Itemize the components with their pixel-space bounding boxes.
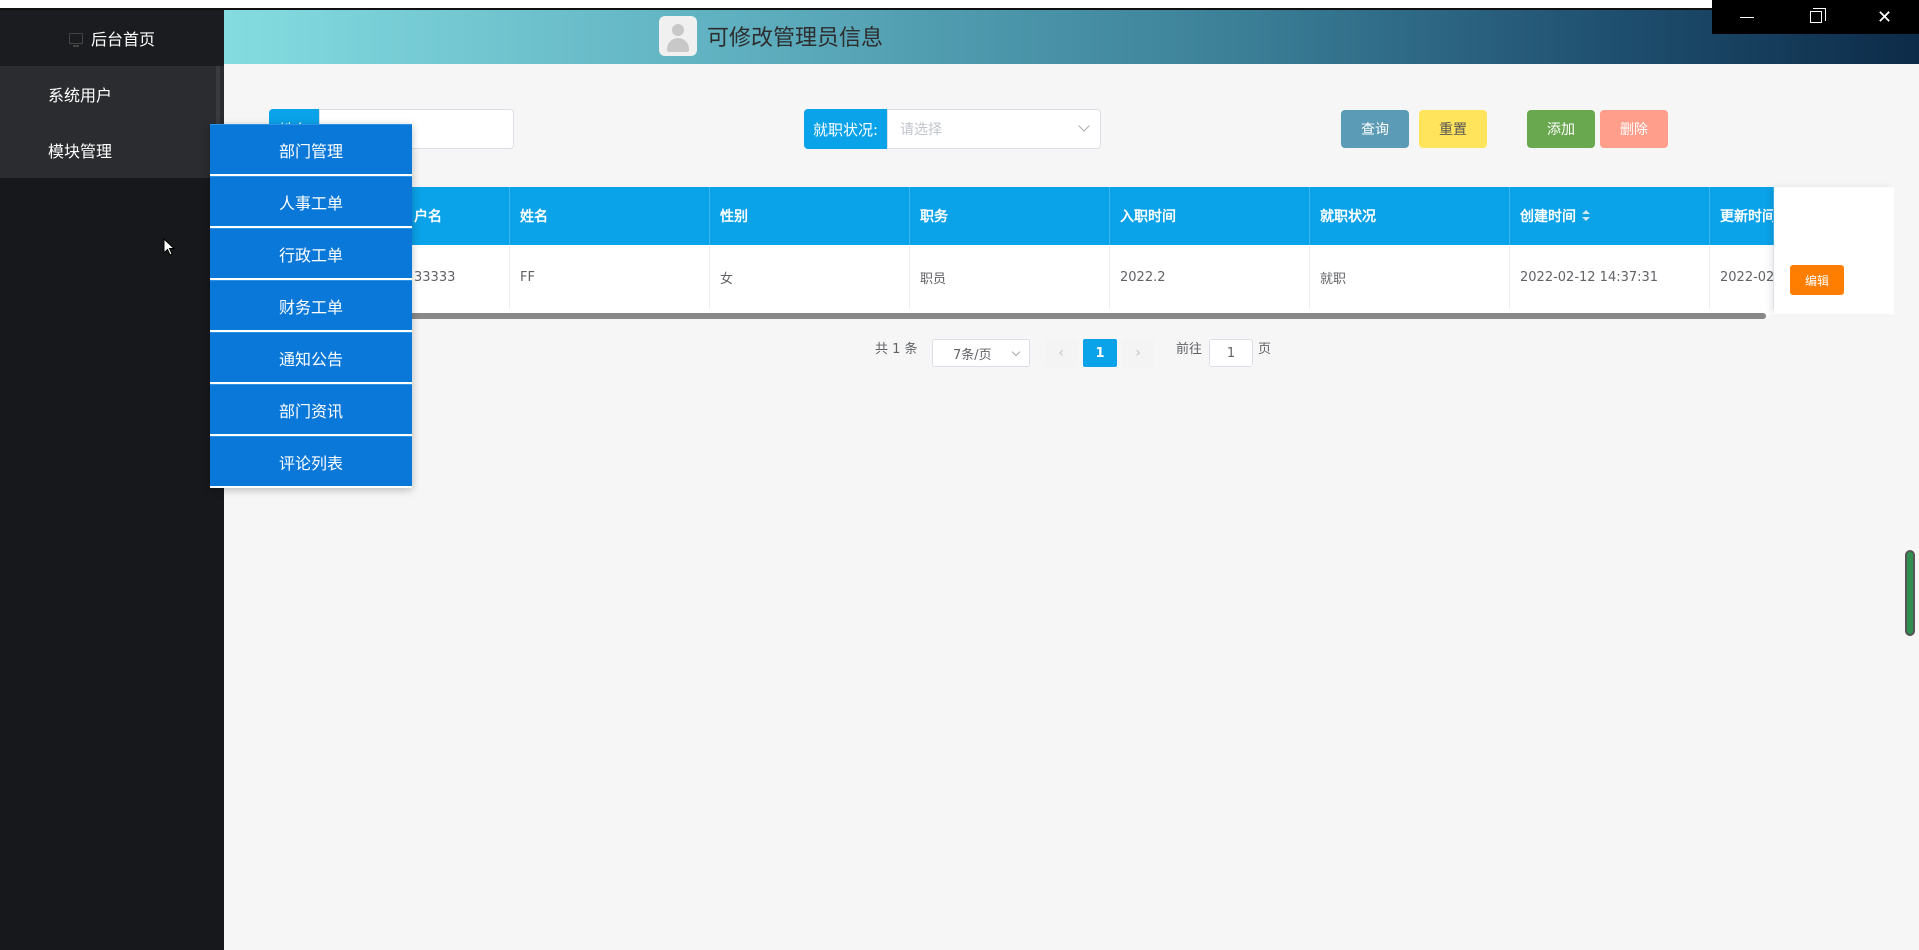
table-header: 户名 姓名 性别 职务 入职时间 就职状况 创建时间 更新时间 [224, 187, 1894, 245]
add-button[interactable]: 添加 [1527, 110, 1595, 148]
cell-name: FF [510, 245, 710, 309]
module-submenu: 部门管理 人事工单 行政工单 财务工单 通知公告 部门资讯 评论列表 [210, 124, 412, 488]
status-select[interactable]: 请选择 [887, 109, 1101, 149]
cell-updated: 2022-02 [1710, 245, 1774, 309]
close-icon: ✕ [1876, 6, 1893, 28]
cell-gender: 女 [710, 245, 910, 309]
query-button[interactable]: 查询 [1341, 110, 1409, 148]
monitor-icon [68, 32, 83, 47]
mouse-cursor-icon [163, 238, 175, 256]
goto-prefix: 前往 [1176, 342, 1203, 357]
submenu-item-notice[interactable]: 通知公告 [210, 332, 412, 382]
sidebar: 后台首页 系统用户 模块管理 [0, 10, 224, 950]
submenu-item-hr-ticket[interactable]: 人事工单 [210, 176, 412, 226]
column-hire-date[interactable]: 入职时间 [1110, 187, 1310, 245]
sidebar-group: 系统用户 模块管理 [0, 66, 224, 178]
prev-page-button[interactable]: ‹ [1045, 339, 1077, 367]
submenu-item-department-news[interactable]: 部门资讯 [210, 384, 412, 434]
goto-suffix: 页 [1258, 342, 1272, 357]
goto-page-input[interactable]: 1 [1209, 339, 1253, 367]
pagination-total: 共 1 条 [875, 342, 918, 357]
column-name[interactable]: 姓名 [510, 187, 710, 245]
fixed-action-column: 操作 编辑 [1774, 187, 1894, 313]
sidebar-home-label: 后台首页 [90, 30, 155, 49]
column-status[interactable]: 就职状况 [1310, 187, 1510, 245]
top-strip [0, 0, 1919, 10]
submenu-item-department[interactable]: 部门管理 [210, 124, 412, 174]
cell-username: 33333 [404, 245, 510, 309]
page-title[interactable]: 可修改管理员信息 [707, 20, 883, 52]
cell-hire-date: 2022.2 [1110, 245, 1310, 309]
column-updated[interactable]: 更新时间 [1710, 187, 1774, 245]
page-size-label: 7条/页 [953, 347, 992, 363]
avatar-body [667, 38, 689, 52]
cell-status: 就职 [1310, 245, 1510, 309]
column-action: 操作 [1784, 209, 1812, 225]
column-created-label: 创建时间 [1520, 209, 1576, 225]
data-table: 户名 姓名 性别 职务 入职时间 就职状况 创建时间 更新时间 33333 FF… [224, 187, 1894, 319]
status-label: 就职状况: [804, 109, 887, 149]
restore-icon [1809, 8, 1826, 23]
cell-created: 2022-02-12 14:37:31 [1510, 245, 1710, 309]
sidebar-item-label: 系统用户 [48, 86, 113, 105]
window-controls: ✕ [1712, 0, 1919, 34]
chevron-down-icon [1078, 120, 1090, 132]
submenu-item-admin-ticket[interactable]: 行政工单 [210, 228, 412, 278]
column-position[interactable]: 职务 [910, 187, 1110, 245]
delete-button[interactable]: 删除 [1600, 110, 1668, 148]
chevron-down-icon [1011, 347, 1021, 357]
current-page-button[interactable]: 1 [1083, 339, 1117, 367]
column-gender[interactable]: 性别 [710, 187, 910, 245]
sidebar-item-module-management[interactable]: 模块管理 [0, 122, 224, 178]
avatar-head [672, 24, 684, 36]
reset-button[interactable]: 重置 [1419, 110, 1487, 148]
next-page-button[interactable]: › [1122, 339, 1154, 367]
submenu-item-finance-ticket[interactable]: 财务工单 [210, 280, 412, 330]
status-select-placeholder: 请选择 [900, 122, 942, 138]
page-scrollbar[interactable] [1905, 550, 1915, 636]
sort-icon[interactable] [1582, 210, 1590, 222]
avatar-icon[interactable] [659, 16, 697, 56]
column-created[interactable]: 创建时间 [1510, 187, 1710, 245]
horizontal-scrollbar[interactable] [224, 313, 1766, 319]
restore-button[interactable] [1781, 0, 1850, 34]
minimize-button[interactable] [1712, 0, 1781, 34]
submenu-item-comments[interactable]: 评论列表 [210, 436, 412, 486]
sidebar-home[interactable]: 后台首页 [0, 10, 224, 66]
minimize-icon [1739, 16, 1754, 18]
cell-position: 职员 [910, 245, 1110, 309]
close-button[interactable]: ✕ [1850, 0, 1919, 34]
page-size-select[interactable]: 7条/页 [932, 339, 1030, 367]
sidebar-item-system-users[interactable]: 系统用户 [0, 66, 224, 122]
header-title-group[interactable]: 可修改管理员信息 [659, 16, 883, 56]
sidebar-item-label: 模块管理 [48, 142, 113, 161]
edit-button[interactable]: 编辑 [1790, 265, 1844, 295]
header: 可修改管理员信息 [224, 10, 1919, 64]
column-username[interactable]: 户名 [404, 187, 510, 245]
